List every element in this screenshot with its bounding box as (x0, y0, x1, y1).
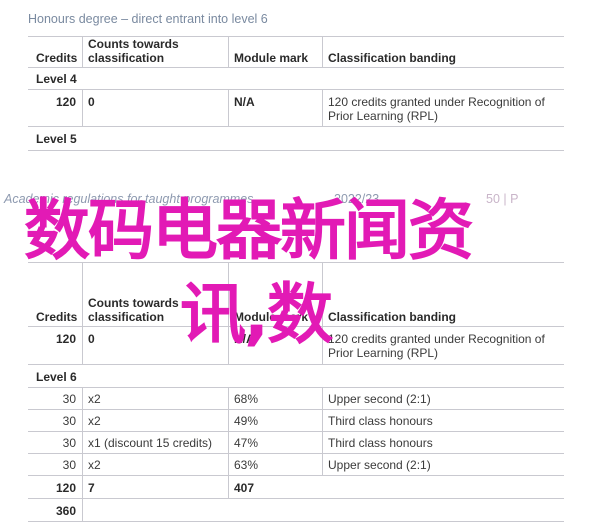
table2-level6-label: Level 6 (36, 370, 77, 384)
table2-level6-rule (28, 387, 564, 388)
table2-row-module-mark: 63% (234, 458, 259, 472)
table2-row-module-mark: 47% (234, 436, 259, 450)
watermark-line1: 数码电器新闻资 (24, 192, 474, 269)
table1-col-divider (228, 90, 229, 126)
table1-col-divider (82, 37, 83, 67)
table2-col-divider (82, 388, 83, 521)
table1-bottom-rule (28, 150, 564, 151)
table2-row-rule (28, 453, 564, 454)
table2-col-divider (82, 327, 83, 364)
table2-row-banding: Third class honours (328, 414, 433, 428)
table2-bottom-rule (28, 521, 564, 522)
table2-row-credits: 30 (62, 458, 76, 472)
table2-col-divider (228, 388, 229, 498)
table1-row-counts: 0 (88, 95, 95, 109)
table2-row-rule (28, 475, 564, 476)
table1-row-banding: 120 credits granted under Recognition of… (328, 95, 545, 123)
table2-row-banding: Third class honours (328, 436, 433, 450)
table2-total-counts: 7 (88, 481, 95, 495)
table2-row-banding: Upper second (2:1) (328, 458, 431, 472)
table2-row-rule (28, 409, 564, 410)
table1-row-credits: 120 (55, 95, 76, 109)
table2-header-credits: Credits (36, 310, 78, 324)
table2-total-rule (28, 498, 564, 499)
table2-row-credits: 30 (62, 436, 76, 450)
table2-row-rule (28, 431, 564, 432)
table2-total-credits: 120 (55, 481, 76, 495)
table2-row-banding: Upper second (2:1) (328, 392, 431, 406)
watermark-line2: 讯,数 (180, 276, 333, 353)
table1-col-divider (82, 90, 83, 126)
table2-row-credits: 30 (62, 392, 76, 406)
table1-col-divider (322, 37, 323, 67)
table2-row-module-mark: 49% (234, 414, 259, 428)
table1-header-rule (28, 67, 564, 68)
table2-col-divider (82, 263, 83, 326)
table2-header-banding: Classification banding (328, 310, 457, 324)
table1-level5-label: Level 5 (36, 132, 77, 146)
table1-row-rule (28, 126, 564, 127)
table2-col-divider (322, 388, 323, 476)
table1-header-counts: Counts towards classification (88, 37, 179, 65)
table1-level4-rule (28, 89, 564, 90)
table2-level5-counts: 0 (88, 332, 95, 346)
table2-row-counts: x2 (88, 414, 101, 428)
table2-row-counts: x2 (88, 458, 101, 472)
table2-level5-rule (28, 364, 564, 365)
table2-level5-credits: 120 (55, 332, 76, 346)
table1-row-module-mark: N/A (234, 95, 255, 109)
table1-col-divider (228, 37, 229, 67)
table2-row-module-mark: 68% (234, 392, 259, 406)
table2-grand-total: 360 (55, 504, 76, 518)
table1-header-credits: Credits (36, 51, 78, 65)
section2-heading-page: 50 | P (486, 192, 519, 206)
table1-level4-label: Level 4 (36, 72, 77, 86)
table1-header-banding: Classification banding (328, 51, 457, 65)
table1-header-module-mark: Module mark (234, 51, 309, 65)
section1-heading: Honours degree – direct entrant into lev… (28, 12, 268, 26)
table2-row-counts: x1 (discount 15 credits) (88, 436, 213, 450)
table2-total-module-mark: 407 (234, 481, 255, 495)
table1-col-divider (322, 90, 323, 126)
table2-level5-banding: 120 credits granted under Recognition of… (328, 332, 545, 360)
table2-row-credits: 30 (62, 414, 76, 428)
table2-row-counts: x2 (88, 392, 101, 406)
